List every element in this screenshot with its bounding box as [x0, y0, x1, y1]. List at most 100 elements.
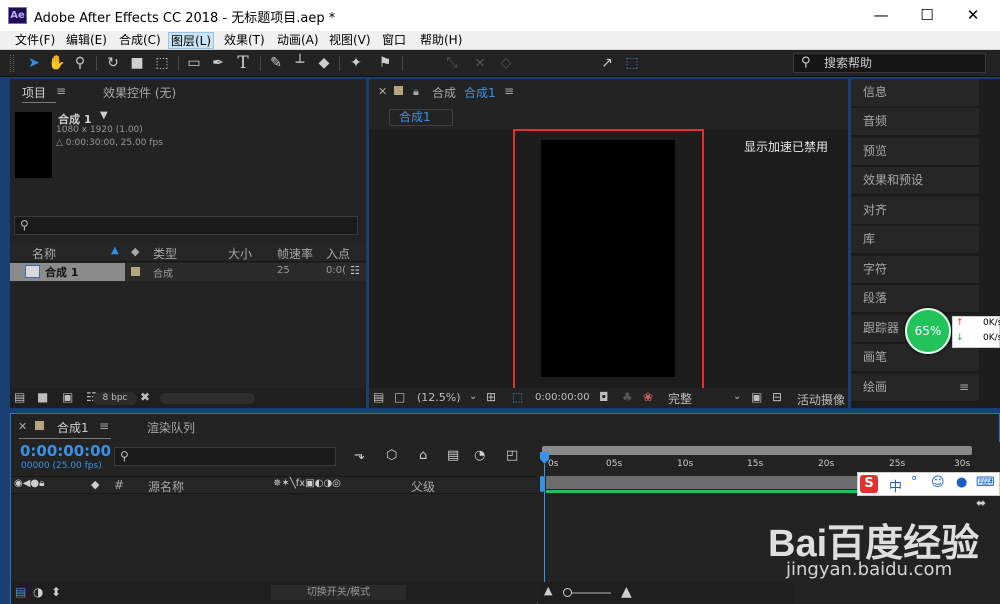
eraser-tool-icon[interactable]: ◆ [314, 53, 334, 73]
panel-menu-icon[interactable]: ≡ [56, 84, 66, 98]
selection-tool-icon[interactable]: ➤ [24, 53, 44, 73]
panel-info[interactable]: 信息 [851, 79, 979, 107]
brush-tool-icon[interactable]: ✎ [266, 53, 286, 73]
hand-tool-icon[interactable]: ✋ [47, 53, 67, 73]
clone-stamp-tool-icon[interactable]: ┴ [290, 53, 310, 73]
search-help-input[interactable]: 搜索帮助 [793, 53, 986, 73]
grid-guides-icon[interactable]: ⊞ [486, 390, 496, 404]
menu-help[interactable]: 帮助(H) [418, 32, 464, 49]
close-tab-icon[interactable]: ✕ [18, 420, 27, 433]
region-of-interest-icon[interactable]: ⬚ [512, 390, 523, 404]
close-button[interactable]: ✕ [950, 0, 996, 31]
interpret-footage-icon[interactable]: ▤ [14, 390, 25, 404]
label-color-swatch[interactable] [131, 267, 140, 276]
lock-icon[interactable]: 🔒︎ [413, 85, 419, 99]
comp-flowchart-icon[interactable]: ⬎ [354, 448, 365, 463]
minimize-button[interactable]: — [858, 0, 904, 31]
camera-view-dropdown[interactable]: 活动摄像 [797, 391, 845, 408]
comp-subtab[interactable]: 合成1 [389, 109, 453, 126]
zoom-dropdown[interactable]: (12.5%) [417, 391, 461, 404]
pen-tool-icon[interactable]: ✒ [208, 53, 228, 73]
av-switches-icon[interactable]: ◉◀●🔒︎ [14, 478, 44, 489]
panel-preview[interactable]: 预览 [851, 138, 979, 166]
menu-layer[interactable]: 图层(L) [168, 32, 215, 49]
panel-effects-presets[interactable]: 效果和预设 [851, 167, 979, 195]
flowchart-icon[interactable]: ☷ [350, 264, 360, 277]
panel-menu-icon[interactable]: ≡ [99, 419, 109, 433]
fast-preview-icon[interactable]: ▣ [751, 390, 762, 404]
project-scrollbar[interactable] [160, 393, 255, 404]
layer-switches-toggle-icon[interactable]: ▤ [15, 585, 26, 599]
zoom-tool-icon[interactable]: ⚲ [70, 53, 90, 73]
tab-render-queue[interactable]: 渲染队列 [147, 419, 195, 436]
panel-audio[interactable]: 音频 [851, 108, 979, 136]
toolbar-grip-icon[interactable] [10, 55, 14, 72]
panel-paragraph[interactable]: 段落 [851, 285, 979, 313]
zoom-out-icon[interactable]: ▲ [544, 584, 552, 597]
toggle-switches-modes-button[interactable]: 切换开关/模式 [271, 585, 406, 600]
close-tab-icon[interactable]: ✕ [378, 85, 387, 98]
voice-input-icon[interactable]: ● [956, 475, 967, 490]
table-row[interactable]: 合成 1 合成 25 0:0( ☷ [10, 263, 366, 281]
camera-tool-icon[interactable]: ■ [127, 53, 147, 73]
panel-menu-icon[interactable]: ≡ [504, 84, 514, 98]
chevron-down-icon[interactable]: ⌄ [733, 391, 741, 402]
show-snapshot-icon[interactable]: ♣ [622, 390, 633, 404]
snapshot-camera-icon[interactable]: ◘ [599, 390, 609, 404]
axis-world-icon[interactable]: ⨯ [470, 53, 490, 73]
work-area-start-handle[interactable] [540, 476, 544, 492]
motion-blur-icon[interactable]: ◔ [474, 448, 485, 463]
draft-3d-icon[interactable]: ⬡ [386, 448, 397, 463]
menu-view[interactable]: 视图(V) [327, 32, 373, 49]
frame-blending-icon[interactable]: ▤ [447, 448, 459, 463]
graph-editor-icon[interactable]: ◰ [506, 448, 518, 463]
tab-timeline-comp[interactable]: 合成1 [57, 419, 89, 436]
col-name[interactable]: 名称 [32, 245, 56, 262]
keyboard-icon[interactable]: ⌨ [976, 475, 995, 490]
maximize-button[interactable]: ☐ [904, 0, 950, 31]
snap-edge-icon[interactable]: ↗ [597, 53, 617, 73]
viewer-tab-label[interactable]: 合成 [432, 84, 456, 101]
comp-navigator-icon[interactable]: ⬌ [976, 496, 986, 510]
col-fps[interactable]: 帧速率 [277, 245, 313, 262]
always-preview-icon[interactable]: ▤ [373, 390, 384, 404]
zoom-in-icon[interactable]: ▲ [621, 584, 632, 600]
menu-window[interactable]: 窗口 [380, 32, 408, 49]
menu-composition[interactable]: 合成(C) [117, 32, 163, 49]
menu-effect[interactable]: 效果(T) [222, 32, 267, 49]
layer-switches-icon[interactable]: ✵✶╲fx▣◐◑◎ [273, 478, 341, 489]
monitor-icon[interactable]: □ [394, 390, 405, 404]
transparency-grid-icon[interactable]: ⊟ [772, 390, 782, 404]
zoom-slider-thumb[interactable] [563, 588, 572, 597]
axis-local-icon[interactable]: ⤡ [442, 53, 462, 73]
resolution-dropdown[interactable]: 完整 [668, 390, 692, 407]
new-folder-icon[interactable]: ■ [37, 390, 48, 404]
col-size[interactable]: 大小 [228, 245, 252, 262]
menu-edit[interactable]: 编辑(E) [64, 32, 109, 49]
snap-grid-icon[interactable]: ⬚ [622, 53, 642, 73]
delete-icon[interactable]: ✖ [140, 390, 150, 404]
col-parent[interactable]: 父级 [411, 478, 435, 495]
punctuation-icon[interactable]: ° [911, 475, 918, 490]
rectangle-tool-icon[interactable]: ▭ [184, 53, 204, 73]
transfer-controls-icon[interactable]: ◑ [33, 585, 43, 599]
tab-effect-controls[interactable]: 效果控件 (无) [103, 84, 176, 101]
col-source-name[interactable]: 源名称 [148, 478, 184, 495]
sort-up-icon[interactable]: ▲ [111, 245, 119, 256]
new-composition-icon[interactable]: ▣ [62, 390, 73, 404]
tab-project[interactable]: 项目 [22, 84, 46, 101]
project-search-input[interactable] [14, 216, 358, 235]
panel-libraries[interactable]: 库 [851, 226, 979, 254]
menu-file[interactable]: 文件(F) [13, 32, 57, 49]
menu-animation[interactable]: 动画(A) [275, 32, 321, 49]
emoji-icon[interactable]: ☺ [931, 475, 945, 490]
col-in-point[interactable]: 入点 [326, 245, 350, 262]
panel-align[interactable]: 对齐 [851, 197, 979, 225]
network-speed-badge[interactable]: 65% [905, 308, 951, 354]
viewer-timecode[interactable]: 0:00:00:00 [535, 392, 590, 403]
viewer-tab-name[interactable]: 合成1 [464, 84, 496, 101]
label-tag-icon[interactable]: ◆ [131, 245, 139, 258]
rotate-tool-icon[interactable]: ↻ [103, 53, 123, 73]
col-type[interactable]: 类型 [153, 245, 177, 262]
roto-brush-tool-icon[interactable]: ✦ [346, 53, 366, 73]
